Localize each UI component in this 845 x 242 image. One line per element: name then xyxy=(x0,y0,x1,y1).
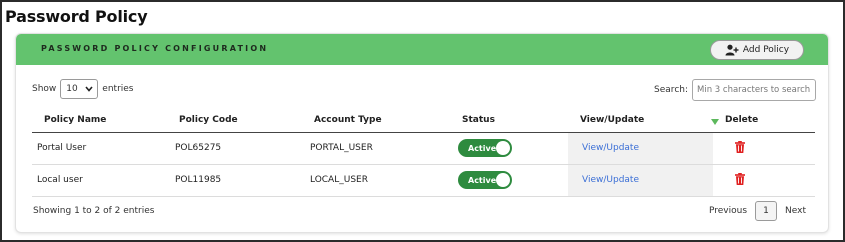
entries-control: Show 10 entries xyxy=(32,79,134,99)
header-view-update[interactable]: View/Update xyxy=(568,108,719,133)
show-label: Show xyxy=(32,84,57,94)
cell-account-type: PORTAL_USER xyxy=(302,132,450,165)
cell-status: Active xyxy=(450,164,568,197)
cell-policy-name: Portal User xyxy=(32,132,167,165)
add-policy-button[interactable]: Add Policy xyxy=(710,40,804,60)
table-row: Local user POL11985 LOCAL_USER Active Vi… xyxy=(32,164,815,197)
table-row: Portal User POL65275 PORTAL_USER Active … xyxy=(32,132,815,165)
status-toggle[interactable]: Active xyxy=(458,139,512,157)
header-view-update-label: View/Update xyxy=(580,114,645,125)
cell-view-update: View/Update xyxy=(568,164,713,197)
page: Password Policy PASSWORD POLICY CONFIGUR… xyxy=(2,2,843,240)
header-status[interactable]: Status xyxy=(450,108,568,133)
table-info: Showing 1 to 2 of 2 entries xyxy=(33,206,155,216)
policy-table: Policy Name Policy Code Account Type Sta… xyxy=(32,108,815,197)
cell-policy-code: POL65275 xyxy=(167,132,302,165)
chevron-down-icon xyxy=(85,86,93,92)
search-control: Search: xyxy=(654,79,816,101)
cell-view-update: View/Update xyxy=(568,132,713,165)
cell-delete xyxy=(713,164,815,197)
next-button[interactable]: Next xyxy=(785,206,806,216)
add-policy-label: Add Policy xyxy=(742,45,790,55)
policy-card: PASSWORD POLICY CONFIGURATION Add Policy… xyxy=(15,33,829,233)
previous-button[interactable]: Previous xyxy=(709,206,747,216)
cell-status: Active xyxy=(450,132,568,165)
view-update-link[interactable]: View/Update xyxy=(582,175,639,185)
status-label: Active xyxy=(468,175,497,185)
trash-icon[interactable] xyxy=(735,172,745,185)
entries-value: 10 xyxy=(66,84,78,94)
pagination: Previous 1 Next xyxy=(709,201,806,221)
page-title: Password Policy xyxy=(5,7,148,26)
cell-delete xyxy=(713,132,815,165)
search-label: Search: xyxy=(654,85,688,95)
toggle-knob xyxy=(496,173,510,187)
status-label: Active xyxy=(468,143,497,153)
header-delete[interactable]: Delete xyxy=(713,108,815,133)
header-account-type[interactable]: Account Type xyxy=(302,108,450,133)
status-toggle[interactable]: Active xyxy=(458,171,512,189)
search-input[interactable] xyxy=(692,79,816,101)
trash-icon[interactable] xyxy=(735,140,745,153)
add-user-icon xyxy=(725,44,739,56)
card-header: PASSWORD POLICY CONFIGURATION Add Policy xyxy=(16,34,828,65)
cell-policy-code: POL11985 xyxy=(167,164,302,197)
view-update-link[interactable]: View/Update xyxy=(582,143,639,153)
entries-select[interactable]: 10 xyxy=(60,79,99,99)
cell-policy-name: Local user xyxy=(32,164,167,197)
page-number-button[interactable]: 1 xyxy=(755,201,778,221)
header-policy-name[interactable]: Policy Name xyxy=(32,108,167,133)
entries-label: entries xyxy=(102,84,134,94)
header-policy-code[interactable]: Policy Code xyxy=(167,108,302,133)
card-header-title: PASSWORD POLICY CONFIGURATION xyxy=(41,44,269,53)
toggle-knob xyxy=(496,141,510,155)
cell-account-type: LOCAL_USER xyxy=(302,164,450,197)
table-header-row: Policy Name Policy Code Account Type Sta… xyxy=(32,108,815,133)
